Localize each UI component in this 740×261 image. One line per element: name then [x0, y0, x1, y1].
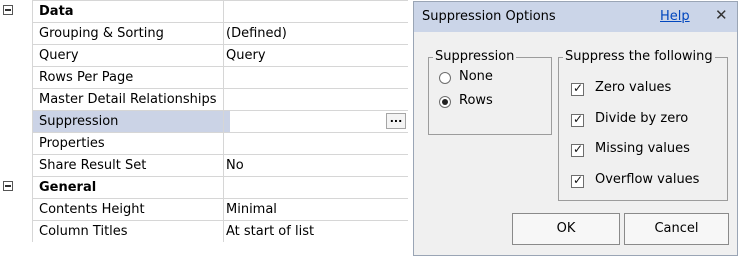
zero-values-label[interactable]: Zero values [595, 80, 671, 95]
property-value[interactable] [223, 132, 408, 154]
property-name: Contents Height [32, 198, 230, 220]
none-radio-label[interactable]: None [459, 69, 493, 84]
property-name: General [32, 176, 230, 198]
property-value[interactable]: At start of list [223, 220, 408, 242]
zero-values-checkbox[interactable] [571, 81, 584, 96]
close-icon[interactable]: ✕ [715, 6, 728, 24]
collapse-icon[interactable] [3, 181, 13, 191]
suppression-options-dialog: Suppression Options Help ✕ Suppression N… [413, 1, 738, 256]
divide-by-zero-label[interactable]: Divide by zero [595, 111, 688, 126]
property-value[interactable]: Query [223, 44, 408, 66]
property-name: Suppression [32, 110, 230, 132]
property-name: Share Result Set [32, 154, 230, 176]
overflow-values-label[interactable]: Overflow values [595, 172, 699, 187]
suppress-following-group: Suppress the following Zero values Divid… [558, 49, 728, 201]
property-row-column-titles[interactable]: Column Titles At start of list [0, 220, 408, 242]
property-row-contents-height[interactable]: Contents Height Minimal [0, 198, 408, 220]
missing-values-checkbox[interactable] [571, 142, 584, 157]
cancel-button[interactable]: Cancel [624, 213, 729, 245]
property-name: Column Titles [32, 220, 230, 242]
suppression-group: Suppression None Rows [428, 49, 552, 135]
none-radio[interactable] [439, 72, 451, 84]
property-name: Master Detail Relationships [32, 88, 230, 110]
property-value[interactable]: Minimal [223, 198, 408, 220]
dialog-title: Suppression Options [422, 9, 556, 24]
property-row-properties[interactable]: Properties [0, 132, 408, 154]
property-category-data[interactable]: Data [0, 0, 408, 22]
property-grid: Data Grouping & Sorting (Defined) Query … [0, 0, 408, 261]
property-row-suppression[interactable]: Suppression ... [0, 110, 408, 132]
property-name: Properties [32, 132, 230, 154]
dialog-titlebar[interactable]: Suppression Options Help ✕ [414, 2, 737, 32]
property-name: Data [32, 0, 230, 22]
rows-radio-label[interactable]: Rows [459, 93, 493, 108]
missing-values-label[interactable]: Missing values [595, 141, 690, 156]
property-row-query[interactable]: Query Query [0, 44, 408, 66]
property-name: Query [32, 44, 230, 66]
property-name: Rows Per Page [32, 66, 230, 88]
overflow-values-checkbox[interactable] [571, 173, 584, 188]
property-value[interactable] [223, 66, 408, 88]
ellipsis-button[interactable]: ... [386, 113, 406, 129]
property-value [223, 0, 408, 22]
suppress-following-legend: Suppress the following [563, 49, 715, 64]
property-row-grouping-sorting[interactable]: Grouping & Sorting (Defined) [0, 22, 408, 44]
property-row-rows-per-page[interactable]: Rows Per Page [0, 66, 408, 88]
collapse-icon[interactable] [3, 5, 13, 15]
property-value[interactable]: ... [223, 110, 408, 132]
ok-button[interactable]: OK [512, 213, 620, 245]
property-value[interactable]: (Defined) [223, 22, 408, 44]
property-name: Grouping & Sorting [32, 22, 230, 44]
property-value[interactable] [223, 88, 408, 110]
property-category-general[interactable]: General [0, 176, 408, 198]
property-value [223, 176, 408, 198]
rows-radio[interactable] [439, 96, 451, 108]
suppression-group-legend: Suppression [433, 49, 517, 64]
property-row-master-detail[interactable]: Master Detail Relationships [0, 88, 408, 110]
divide-by-zero-checkbox[interactable] [571, 112, 584, 127]
help-link[interactable]: Help [660, 9, 690, 24]
property-row-share-result-set[interactable]: Share Result Set No [0, 154, 408, 176]
property-value[interactable]: No [223, 154, 408, 176]
